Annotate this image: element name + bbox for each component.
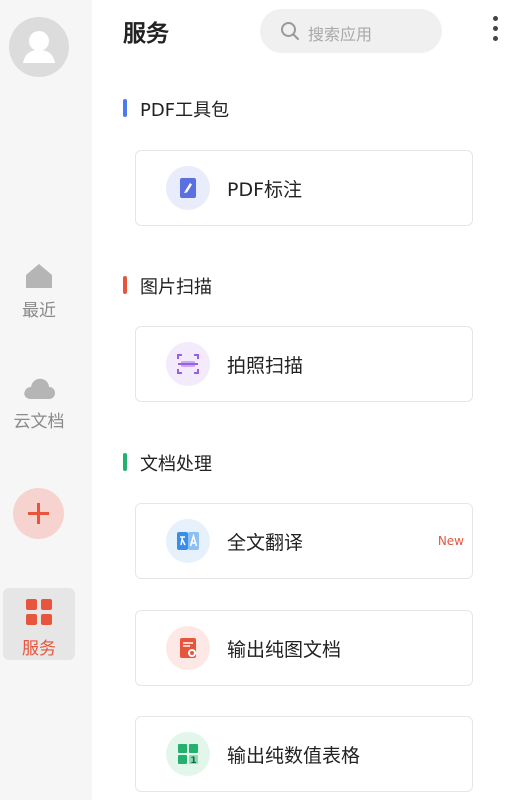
- section-title: 图片扫描: [140, 277, 212, 298]
- card-full-translate[interactable]: 全文翻译 New: [135, 503, 473, 579]
- section-accent-bar: [123, 99, 127, 117]
- more-dot-icon: [492, 26, 498, 31]
- card-label: 输出纯数值表格: [227, 745, 361, 767]
- translate-icon-bg: [166, 519, 210, 563]
- number-table-icon-bg: 1: [166, 732, 210, 776]
- card-label: PDF标注: [227, 179, 303, 201]
- more-menu-button[interactable]: [490, 16, 500, 46]
- more-dot-icon: [492, 36, 498, 41]
- sidebar-item-services[interactable]: 服务: [3, 588, 75, 660]
- number-table-icon: 1: [178, 744, 198, 766]
- card-pdf-annotate[interactable]: PDF标注: [135, 150, 473, 226]
- page-title: 服务: [123, 21, 169, 47]
- sidebar-item-cloud-docs[interactable]: 云文档: [0, 375, 78, 432]
- avatar[interactable]: [9, 17, 69, 77]
- search-icon: [281, 22, 299, 40]
- search-placeholder: 搜索应用: [308, 25, 373, 44]
- pdf-annotate-icon-bg: [166, 166, 210, 210]
- sidebar-item-label: 服务: [22, 639, 56, 659]
- section-accent-bar: [123, 453, 127, 471]
- more-dot-icon: [492, 16, 498, 21]
- sidebar-item-label: 最近: [22, 301, 56, 321]
- svg-text:1: 1: [190, 756, 196, 766]
- scan-icon-bg: [166, 342, 210, 386]
- translate-icon: [177, 532, 199, 550]
- card-label: 输出纯图文档: [227, 639, 342, 661]
- scan-icon: [177, 354, 199, 374]
- new-badge: New: [437, 534, 464, 548]
- image-doc-icon: [180, 638, 196, 658]
- image-doc-icon-bg: [166, 626, 210, 670]
- home-icon: [26, 264, 52, 288]
- card-label: 全文翻译: [227, 532, 304, 554]
- pdf-annotate-icon: [180, 178, 196, 198]
- sidebar: 最近 云文档 服务: [0, 0, 92, 800]
- card-photo-scan[interactable]: 拍照扫描: [135, 326, 473, 402]
- search-input[interactable]: 搜索应用: [260, 9, 442, 53]
- section-title: PDF工具包: [140, 100, 230, 121]
- user-icon: [23, 31, 55, 63]
- card-number-table-export[interactable]: 1 输出纯数值表格: [135, 716, 473, 792]
- card-label: 拍照扫描: [227, 355, 304, 377]
- plus-icon: [28, 503, 49, 524]
- section-title: 文档处理: [140, 454, 212, 475]
- cloud-icon: [24, 378, 55, 399]
- section-accent-bar: [123, 276, 127, 294]
- sidebar-item-label: 云文档: [13, 412, 65, 432]
- card-image-doc-export[interactable]: 输出纯图文档: [135, 610, 473, 686]
- add-button[interactable]: [13, 488, 64, 539]
- sidebar-item-recent[interactable]: 最近: [0, 262, 78, 321]
- grid-icon: [26, 599, 52, 625]
